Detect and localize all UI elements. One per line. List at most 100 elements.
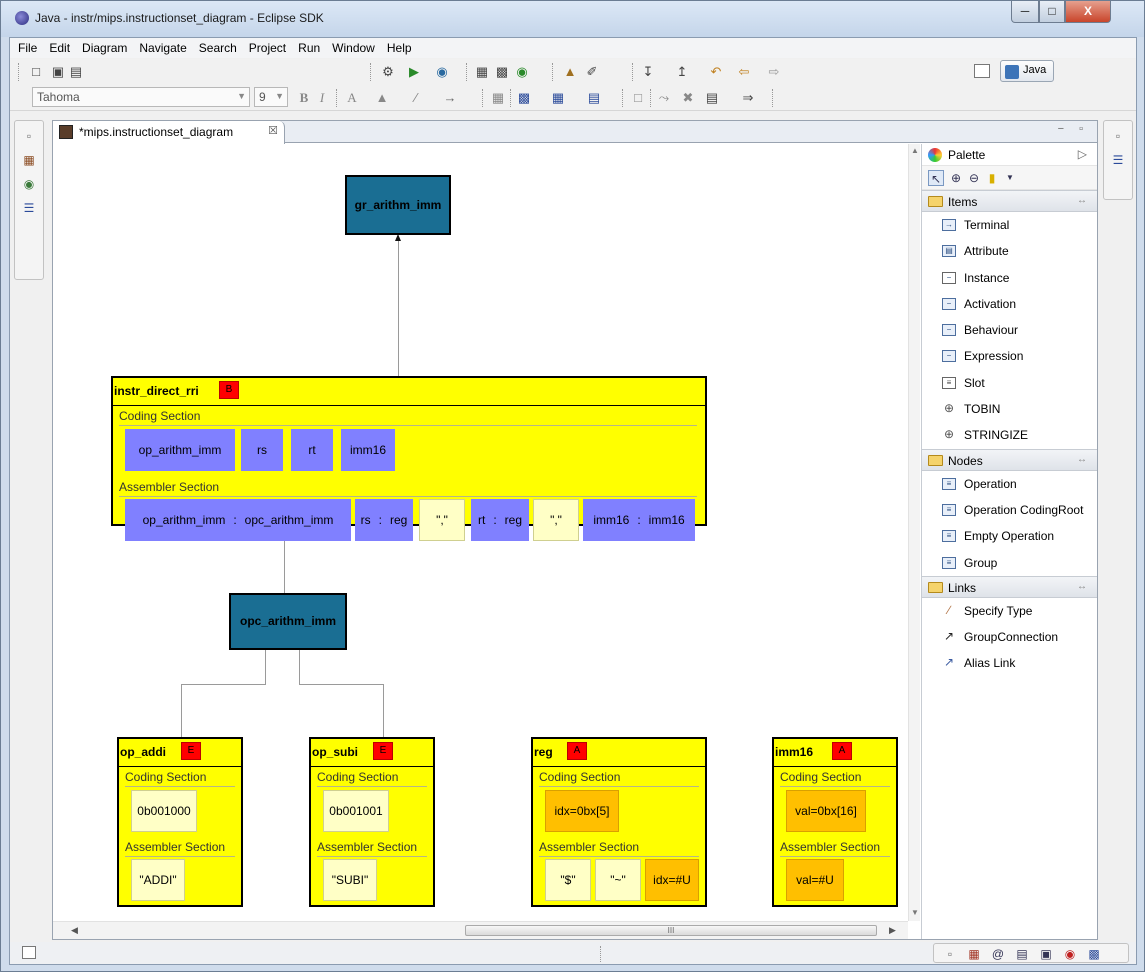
open-type-icon[interactable]: ▲ — [562, 64, 578, 80]
pin-icon[interactable]: ↔ — [1077, 454, 1087, 465]
assembler-field[interactable]: rt: reg — [471, 499, 529, 541]
minimize-button[interactable]: ─ — [1011, 1, 1039, 23]
assembler-literal[interactable]: "~" — [595, 859, 641, 901]
zoom-in-icon[interactable]: ⊕ — [948, 170, 964, 186]
menu-navigate[interactable]: Navigate — [133, 38, 192, 58]
menu-run[interactable]: Run — [292, 38, 326, 58]
connector-icon[interactable]: ⇒ — [740, 90, 756, 106]
menu-help[interactable]: Help — [381, 38, 418, 58]
save-icon[interactable]: ▣ — [50, 64, 66, 80]
palette-item-activation[interactable]: − Activation — [922, 291, 1097, 317]
fill-color-icon[interactable]: ▲ — [374, 90, 390, 106]
assembler-literal[interactable]: "ADDI" — [131, 859, 185, 901]
palette-item-terminal[interactable]: → Terminal — [922, 212, 1097, 238]
connection-line[interactable] — [181, 684, 266, 685]
forward-icon[interactable]: ⇨ — [766, 64, 782, 80]
scroll-right-icon[interactable]: ▶ — [889, 925, 896, 936]
route-icon[interactable]: ⤳ — [656, 90, 672, 106]
assembler-field[interactable]: imm16: imm16 — [583, 499, 695, 541]
assembler-field[interactable]: rs: reg — [355, 499, 413, 541]
hierarchy-icon[interactable]: ◉ — [22, 177, 36, 191]
back-icon[interactable]: ⇦ — [736, 64, 752, 80]
assembler-literal[interactable]: "$" — [545, 859, 591, 901]
coding-field[interactable]: op_arithm_imm — [125, 429, 235, 471]
maximize-button[interactable]: □ — [1039, 1, 1065, 23]
assembler-literal[interactable]: "," — [533, 499, 579, 541]
chevron-down-icon[interactable]: ▼ — [1002, 170, 1018, 186]
new-icon[interactable]: □ — [28, 64, 44, 80]
connection-line[interactable] — [181, 684, 182, 737]
group-node-opc-arithm-imm[interactable]: opc_arithm_imm — [229, 593, 347, 650]
minimize-maximize-controls[interactable]: − ▫ — [1058, 123, 1089, 135]
palette-header[interactable]: Palette ▷ — [922, 144, 1097, 166]
menu-search[interactable]: Search — [193, 38, 243, 58]
operation-node-op-subi[interactable]: op_subi E Coding Section 0b001001 Assemb… — [309, 737, 435, 907]
align-icon[interactable]: ▦ — [550, 90, 566, 106]
zoom-icon[interactable]: □ — [630, 90, 646, 106]
close-button[interactable]: X — [1065, 1, 1111, 23]
search-icon[interactable]: ✐ — [584, 64, 600, 80]
vertical-scrollbar[interactable]: ▲ ▼ — [908, 144, 920, 921]
last-edit-icon[interactable]: ↶ — [708, 64, 724, 80]
palette-item-stringize[interactable]: ⊕ STRINGIZE — [922, 422, 1097, 448]
palette-item-behaviour[interactable]: − Behaviour — [922, 317, 1097, 343]
palette-item-specify-type[interactable]: ∕ Specify Type — [922, 598, 1097, 624]
select-tool-icon[interactable]: ↖ — [928, 170, 944, 186]
palette-drawer-nodes[interactable]: Nodes ↔ — [922, 448, 1097, 471]
palette-drawer-items[interactable]: Items ↔ — [922, 190, 1097, 212]
line-style-icon[interactable]: → — [442, 90, 458, 106]
close-tab-icon[interactable]: ☒ — [268, 124, 278, 137]
palette-item-empty-operation[interactable]: ≡ Empty Operation — [922, 523, 1097, 549]
tab-mips-instructionset-diagram[interactable]: *mips.instructionset_diagram ☒ — [53, 121, 285, 144]
layout-icon[interactable]: ▤ — [704, 90, 720, 106]
italic-button[interactable]: I — [314, 90, 330, 106]
arrange-all-icon[interactable]: ▩ — [516, 90, 532, 106]
palette-item-groupconnection[interactable]: ↗ GroupConnection — [922, 624, 1097, 650]
restore-icon[interactable]: ▫ — [942, 946, 958, 962]
problems-icon[interactable]: ▦ — [966, 946, 982, 962]
menu-window[interactable]: Window — [326, 38, 381, 58]
coding-field[interactable]: rt — [291, 429, 333, 471]
print-icon[interactable]: ▤ — [68, 64, 84, 80]
operation-node-reg[interactable]: reg A Coding Section idx=0bx[5] Assemble… — [531, 737, 707, 907]
assembler-literal[interactable]: "SUBI" — [323, 859, 377, 901]
horizontal-scrollbar[interactable]: ◀ III ▶ — [53, 921, 908, 939]
previous-annotation-icon[interactable]: ↥ — [674, 64, 690, 80]
assembler-field[interactable]: op_arithm_imm: opc_arithm_imm — [125, 499, 351, 541]
pin-icon[interactable]: ↔ — [1077, 581, 1087, 592]
coding-field[interactable]: idx=0bx[5] — [545, 790, 619, 832]
palette-item-alias-link[interactable]: ↗ Alias Link — [922, 650, 1097, 676]
scroll-left-icon[interactable]: ◀ — [71, 925, 78, 936]
package-explorer-icon[interactable]: ▦ — [22, 153, 36, 167]
menu-edit[interactable]: Edit — [43, 38, 76, 58]
fast-view-icon[interactable] — [22, 946, 36, 959]
select-all-icon[interactable]: ▦ — [490, 90, 506, 106]
palette-item-attribute[interactable]: ▤ Attribute — [922, 238, 1097, 264]
palette-item-group[interactable]: ≡ Group — [922, 550, 1097, 576]
operation-node-op-addi[interactable]: op_addi E Coding Section 0b001000 Assemb… — [117, 737, 243, 907]
operation-node-instr-direct-rri[interactable]: instr_direct_rri B Coding Section op_ari… — [111, 376, 707, 541]
outline-icon[interactable]: ☰ — [22, 201, 36, 215]
palette-drawer-links[interactable]: Links ↔ — [922, 575, 1097, 598]
connection-line[interactable] — [383, 684, 384, 737]
pin-icon[interactable]: ↔ — [1077, 195, 1087, 206]
menu-file[interactable]: File — [12, 38, 43, 58]
next-annotation-icon[interactable]: ↧ — [640, 64, 656, 80]
palette-item-operation-codingroot[interactable]: ≡ Operation CodingRoot — [922, 497, 1097, 523]
restore-icon[interactable]: ▫ — [22, 129, 36, 143]
new-package-icon[interactable]: ▩ — [494, 64, 510, 80]
group-node-gr-arithm-imm[interactable]: gr_arithm_imm — [345, 175, 451, 235]
coding-field[interactable]: 0b001001 — [323, 790, 389, 832]
assembler-field[interactable]: val=#U — [786, 859, 844, 901]
javadoc-icon[interactable]: @ — [990, 946, 1006, 962]
connection-line[interactable] — [265, 650, 266, 685]
remove-route-icon[interactable]: ✖ — [680, 90, 696, 106]
tasks-icon[interactable]: ▩ — [1086, 946, 1102, 962]
declaration-icon[interactable]: ▤ — [1014, 946, 1030, 962]
assembler-literal[interactable]: "," — [419, 499, 465, 541]
debug-icon[interactable]: ⚙ — [380, 64, 396, 80]
operation-node-imm16[interactable]: imm16 A Coding Section val=0bx[16] Assem… — [772, 737, 898, 907]
open-perspective-icon[interactable] — [974, 64, 990, 78]
font-name-combo[interactable]: Tahoma ▼ — [32, 87, 250, 107]
connection-line[interactable] — [299, 684, 384, 685]
